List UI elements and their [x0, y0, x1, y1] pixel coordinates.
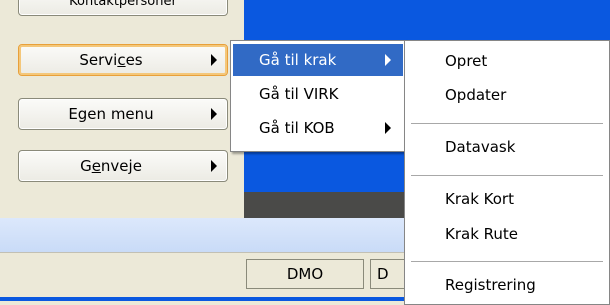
menu-item-krak-rute[interactable]: Krak Rute	[407, 218, 607, 250]
services-label: Servi c es	[79, 51, 143, 69]
chevron-right-icon	[211, 108, 217, 120]
menu-item-registrering[interactable]: Registrering	[407, 269, 607, 301]
status-cell-dmo: DMO	[246, 259, 364, 289]
menu-item-ga-til-krak[interactable]: Gå til krak	[233, 44, 403, 76]
genveje-button[interactable]: Ge nveje	[18, 150, 228, 182]
chevron-right-icon	[211, 54, 217, 66]
egen-menu-label: Egen menu	[68, 105, 154, 123]
menu-separator	[411, 123, 603, 124]
chevron-right-icon	[211, 160, 217, 172]
menu-separator	[411, 175, 603, 176]
menu-item-opret[interactable]: Opret	[407, 45, 607, 77]
menu-separator	[411, 261, 603, 262]
services-submenu: Gå til krak Gå til VIRK Gå til KOB	[230, 40, 406, 152]
menu-item-datavask[interactable]: Datavask	[407, 131, 607, 163]
menu-item-opdater[interactable]: Opdater	[407, 79, 607, 111]
krak-submenu: Opret Opdater Datavask Krak Kort Krak Ru…	[404, 40, 610, 305]
services-button[interactable]: Servi c es	[18, 44, 228, 76]
egen-menu-button[interactable]: Egen menu	[18, 98, 228, 130]
kontaktpersoner-button[interactable]: Kontaktpersoner	[18, 0, 228, 16]
status-cell-dmo-label: DMO	[286, 265, 324, 283]
menu-item-krak-kort[interactable]: Krak Kort	[407, 183, 607, 215]
kontaktpersoner-label: Kontaktpersoner	[69, 0, 177, 9]
genveje-label: Ge nveje	[80, 157, 142, 175]
menu-item-ga-til-virk[interactable]: Gå til VIRK	[233, 78, 403, 110]
menu-item-ga-til-kob[interactable]: Gå til KOB	[233, 112, 403, 144]
chevron-right-icon	[385, 54, 391, 66]
chevron-right-icon	[385, 122, 391, 134]
status-cell-d-label: D	[377, 265, 389, 283]
